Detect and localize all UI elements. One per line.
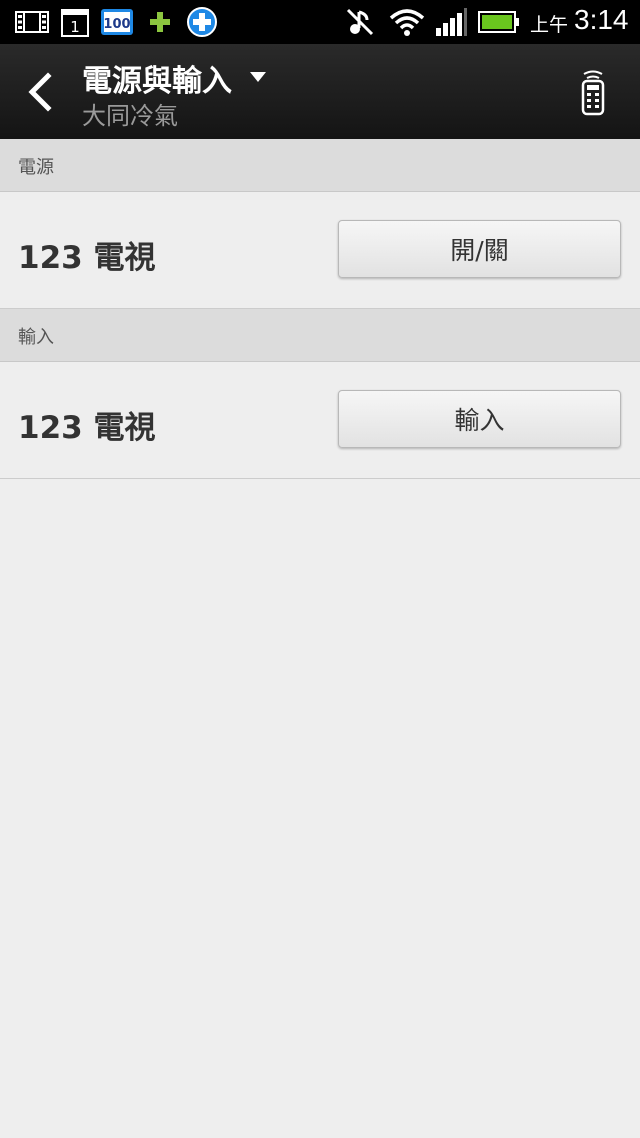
action-bar: 電源與輸入 大同冷氣 [0,44,640,139]
badge-100-icon: 100 [101,9,133,35]
badge-text: 100 [103,17,130,32]
list-item: 123 電視 輸入 [0,362,640,479]
section-header-power: 電源 [0,139,640,192]
input-button[interactable]: 輸入 [338,390,621,448]
ampm-label: 上午 [530,14,569,36]
section-header-input: 輸入 [0,309,640,362]
signal-icon [436,8,467,36]
list-item: 123 電視 開/關 [0,192,640,309]
calendar-icon: 1 [61,9,89,37]
page-title[interactable]: 電源與輸入 [82,56,232,100]
status-bar: 1 100 上午 3:14 [0,0,640,44]
section-header-label: 輸入 [18,327,54,348]
clock: 3:14 [574,4,629,35]
plus-icon [150,12,170,32]
cross-icon [187,7,217,37]
power-toggle-button[interactable]: 開/關 [338,220,621,278]
back-icon[interactable] [14,66,66,118]
page-subtitle: 大同冷氣 [82,102,178,130]
mute-icon [346,8,374,36]
film-icon [15,11,49,33]
battery-icon [478,11,519,33]
remote-control-icon[interactable] [570,70,616,116]
device-label: 123 電視 [18,410,156,446]
calendar-day: 1 [70,18,80,36]
wifi-icon [389,9,425,36]
section-header-label: 電源 [18,157,54,178]
dropdown-arrow-icon[interactable] [248,70,268,84]
device-label: 123 電視 [18,240,156,276]
